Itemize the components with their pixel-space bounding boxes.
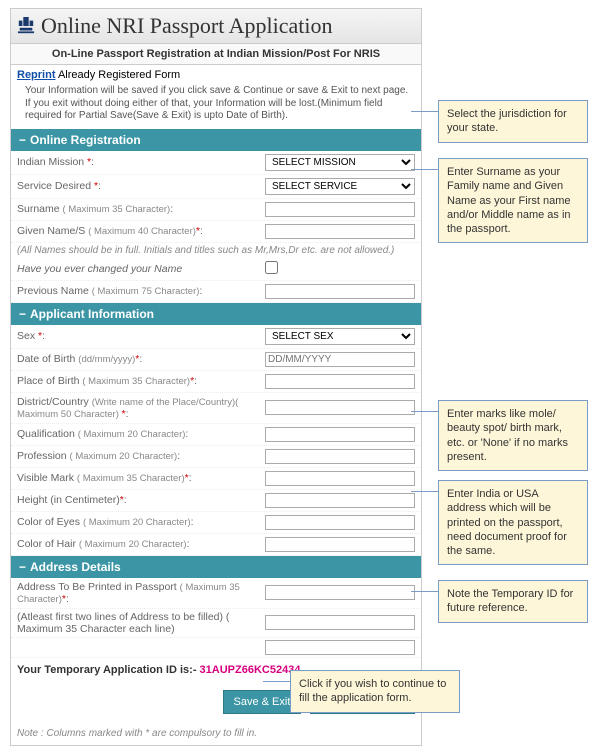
surname-input[interactable] (265, 202, 415, 217)
visible-mark-label: Visible Mark ( Maximum 35 Character)*: (17, 472, 265, 484)
address-line1-input[interactable] (265, 585, 415, 600)
emblem-icon (17, 15, 35, 37)
address-line3-input[interactable] (265, 640, 415, 655)
hair-label: Color of Hair ( Maximum 20 Character): (17, 538, 265, 550)
mission-select[interactable]: SELECT MISSION (265, 154, 415, 171)
previous-name-label: Previous Name ( Maximum 75 Character): (17, 285, 265, 297)
mission-label: Indian Mission *: (17, 156, 265, 168)
callout-address: Enter India or USA address which will be… (438, 480, 588, 565)
service-label: Service Desired *: (17, 180, 265, 192)
height-label: Height (in Centimeter)*: (17, 494, 265, 506)
given-name-input[interactable] (265, 224, 415, 239)
names-note: (All Names should be in full. Initials a… (11, 243, 421, 258)
callout-jurisdiction: Select the jurisdiction for your state. (438, 100, 588, 143)
given-name-label: Given Name/S ( Maximum 40 Character)*: (17, 225, 265, 237)
form-container: Online NRI Passport Application On-Line … (10, 8, 422, 746)
section-address: −Address Details (11, 556, 421, 578)
address-note: (Atleast first two lines of Address to b… (17, 611, 265, 635)
sex-label: Sex *: (17, 330, 265, 342)
collapse-icon[interactable]: − (19, 133, 26, 147)
surname-label: Surname ( Maximum 35 Character): (17, 203, 265, 215)
reprint-link[interactable]: Reprint (17, 69, 56, 81)
dob-label: Date of Birth (dd/mm/yyyy)*: (17, 353, 265, 365)
changed-name-checkbox[interactable] (265, 261, 278, 274)
pob-input[interactable] (265, 374, 415, 389)
callout-tempid: Note the Temporary ID for future referen… (438, 580, 588, 623)
qualification-label: Qualification ( Maximum 20 Character): (17, 428, 265, 440)
reprint-row: Reprint Already Registered Form (11, 65, 421, 85)
changed-name-label: Have you ever changed your Name (17, 263, 265, 275)
pob-label: Place of Birth ( Maximum 35 Character)*: (17, 375, 265, 387)
previous-name-input[interactable] (265, 284, 415, 299)
callout-names: Enter Surname as your Family name and Gi… (438, 158, 588, 243)
section-applicant-info: −Applicant Information (11, 303, 421, 325)
page-title: Online NRI Passport Application (41, 13, 332, 39)
address-label: Address To Be Printed in Passport ( Maxi… (17, 581, 265, 605)
section-online-registration: −Online Registration (11, 129, 421, 151)
subtitle: On-Line Passport Registration at Indian … (11, 44, 421, 65)
dob-input[interactable] (265, 352, 415, 367)
eyes-input[interactable] (265, 515, 415, 530)
district-input[interactable] (265, 400, 415, 415)
callout-marks: Enter marks like mole/ beauty spot/ birt… (438, 400, 588, 471)
eyes-label: Color of Eyes ( Maximum 20 Character): (17, 516, 265, 528)
district-label: District/Country (Write name of the Plac… (17, 396, 265, 420)
title-bar: Online NRI Passport Application (11, 9, 421, 44)
service-select[interactable]: SELECT SERVICE (265, 178, 415, 195)
hair-input[interactable] (265, 537, 415, 552)
callout-continue: Click if you wish to continue to fill th… (290, 670, 460, 713)
info-text: Your Information will be saved if you cl… (11, 85, 421, 129)
collapse-icon[interactable]: − (19, 560, 26, 574)
collapse-icon[interactable]: − (19, 307, 26, 321)
address-line2-input[interactable] (265, 615, 415, 630)
mandatory-note: Note : Columns marked with * are compuls… (11, 722, 421, 745)
temp-id-value: 31AUPZ66KC52434 (200, 664, 301, 676)
visible-mark-input[interactable] (265, 471, 415, 486)
qualification-input[interactable] (265, 427, 415, 442)
profession-label: Profession ( Maximum 20 Character): (17, 450, 265, 462)
sex-select[interactable]: SELECT SEX (265, 328, 415, 345)
reprint-text: Already Registered Form (58, 69, 180, 81)
height-input[interactable] (265, 493, 415, 508)
profession-input[interactable] (265, 449, 415, 464)
